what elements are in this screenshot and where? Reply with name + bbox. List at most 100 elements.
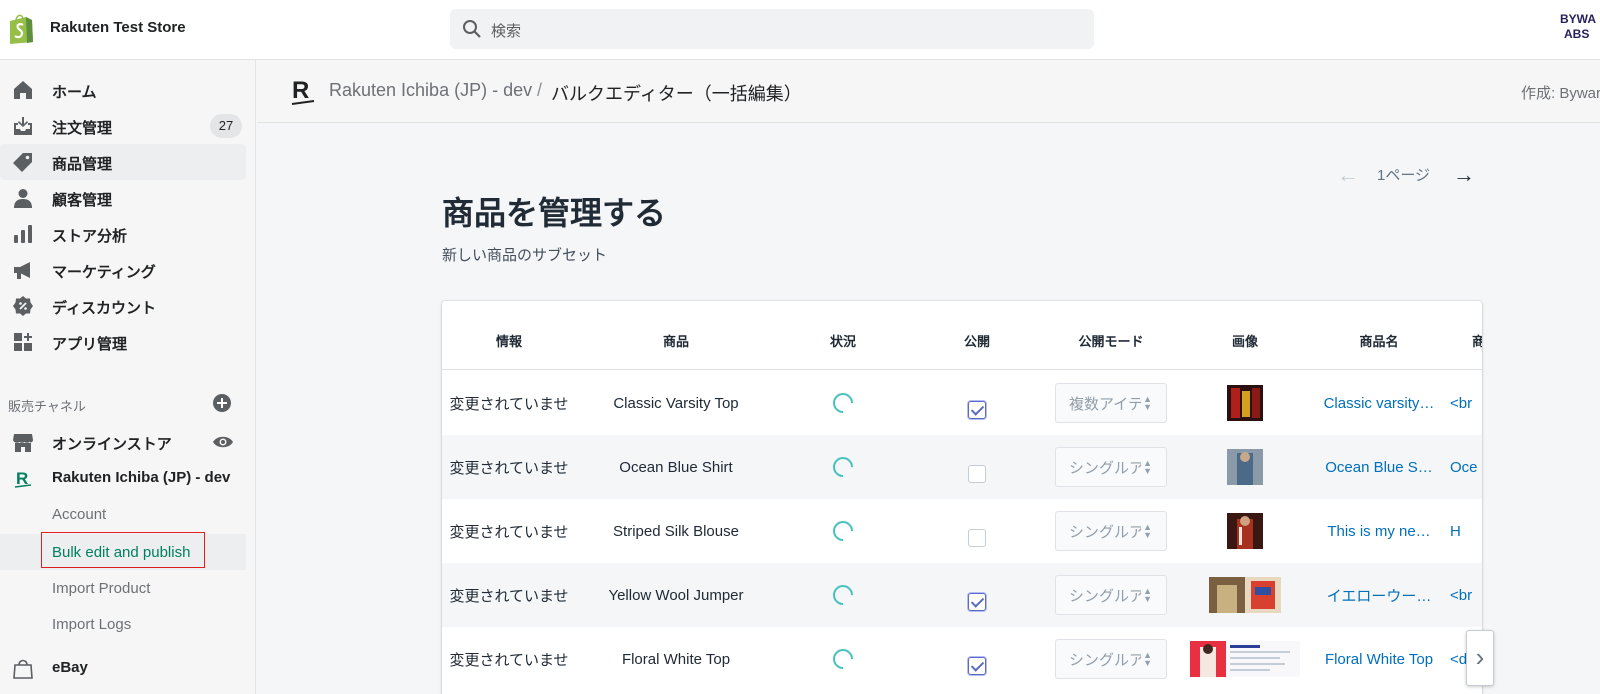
status-cell <box>776 499 910 563</box>
product-name-link[interactable]: Floral White Top <box>1312 627 1446 691</box>
product-name-link[interactable]: This is my ne… <box>1312 499 1446 563</box>
sidebar-item-label: eBay <box>52 659 88 676</box>
publish-mode-select[interactable]: 複数アイテム▲▼ <box>1055 383 1167 423</box>
column-header-publish-mode[interactable]: 公開モード <box>1044 331 1178 350</box>
select-arrows-icon: ▲ ▼ <box>1143 522 1152 540</box>
bar-chart-icon <box>14 225 32 243</box>
sidebar-item-label: アプリ管理 <box>52 336 128 353</box>
loading-spinner-icon <box>828 452 858 482</box>
avatar-line-1: BYWA <box>1560 12 1596 26</box>
product-thumbnail[interactable] <box>1209 577 1281 613</box>
sidebar-item-home[interactable]: ホーム <box>0 72 246 108</box>
page-subtitle: 新しい商品のサブセット <box>442 247 608 264</box>
status-cell <box>776 371 910 435</box>
published-checkbox[interactable] <box>968 529 986 547</box>
sidebar-item-label: Rakuten Ichiba (JP) - dev <box>52 469 231 486</box>
sidebar-item-ebay[interactable]: eBay <box>0 650 246 686</box>
search-input[interactable]: 検索 <box>491 20 521 41</box>
column-header-published[interactable]: 公開 <box>910 331 1044 350</box>
product-cell: Ocean Blue Shirt <box>619 458 733 476</box>
sidebar-subitem-import-product[interactable]: Import Product <box>0 570 246 606</box>
publish-mode-value: シングルアイテム <box>1069 651 1141 669</box>
created-by-label[interactable]: 作成: Byward <box>1521 82 1600 103</box>
eye-icon[interactable] <box>212 432 234 452</box>
prev-page-icon[interactable]: ← <box>1337 162 1359 188</box>
published-checkbox[interactable] <box>968 465 986 483</box>
sidebar-subitem-bulk-edit[interactable]: Bulk edit and publish <box>0 532 246 570</box>
product-thumbnail[interactable] <box>1227 449 1263 485</box>
column-header-status[interactable]: 状況 <box>776 331 910 350</box>
image-cell <box>1178 371 1312 435</box>
publish-mode-select[interactable]: シングルアイテム▲▼ <box>1055 575 1167 615</box>
sidebar-item-products[interactable]: 商品管理 <box>0 144 246 180</box>
description-cell[interactable]: Oce <box>1446 435 1482 499</box>
published-checkbox[interactable] <box>968 401 986 419</box>
person-icon <box>14 189 32 208</box>
search-icon <box>463 20 481 38</box>
next-page-icon[interactable]: → <box>1453 162 1475 188</box>
store-name[interactable]: Rakuten Test Store <box>50 19 186 36</box>
publish-mode-value: シングルアイテム <box>1069 523 1141 541</box>
sidebar-item-rakuten[interactable]: R Rakuten Ichiba (JP) - dev <box>0 460 246 496</box>
column-header-product[interactable]: 商品 <box>576 331 776 350</box>
loading-spinner-icon <box>828 516 858 546</box>
sidebar-item-marketing[interactable]: マーケティング <box>0 252 246 288</box>
sidebar-item-analytics[interactable]: ストア分析 <box>0 216 246 252</box>
description-cell[interactable]: <br <box>1446 371 1482 435</box>
publish-mode-select[interactable]: シングルアイテム▲▼ <box>1055 639 1167 679</box>
status-cell <box>776 627 910 691</box>
published-cell <box>910 563 1044 627</box>
breadcrumb-parent[interactable]: Rakuten Ichiba (JP) - dev <box>329 80 532 101</box>
column-header-info[interactable]: 情報 <box>442 331 576 350</box>
info-cell: 変更されていませ <box>449 651 569 669</box>
sidebar-subitem-label: Bulk edit and publish <box>52 544 191 561</box>
published-checkbox[interactable] <box>968 657 986 675</box>
product-thumbnail[interactable] <box>1190 641 1300 677</box>
product-thumbnail[interactable] <box>1227 385 1263 421</box>
sidebar-item-customers[interactable]: 顧客管理 <box>0 180 246 216</box>
publish-mode-value: 複数アイテム <box>1069 395 1141 413</box>
publish-mode-select[interactable]: シングルアイテム▲▼ <box>1055 447 1167 487</box>
search-bar[interactable]: 検索 <box>450 9 1094 49</box>
product-name-link[interactable]: Ocean Blue S… <box>1312 435 1446 499</box>
image-cell <box>1178 563 1312 627</box>
loading-spinner-icon <box>828 644 858 674</box>
column-header-product-name[interactable]: 商品名 <box>1312 331 1446 350</box>
publish-mode-cell: シングルアイテム▲▼ <box>1044 499 1178 563</box>
sidebar-item-apps[interactable]: アプリ管理 <box>0 324 246 360</box>
column-header-description[interactable]: 商 <box>1472 331 1482 350</box>
product-thumbnail[interactable] <box>1227 513 1263 549</box>
sidebar-item-label: 注文管理 <box>52 120 113 137</box>
sidebar-item-orders[interactable]: 注文管理 27 <box>0 108 246 144</box>
status-cell <box>776 435 910 499</box>
column-header-image[interactable]: 画像 <box>1178 331 1312 350</box>
add-channel-icon[interactable] <box>212 393 232 413</box>
description-cell[interactable]: H <box>1446 499 1482 563</box>
description-cell[interactable]: <br <box>1446 563 1482 627</box>
avatar[interactable]: BYWA ABS <box>1560 12 1600 46</box>
product-name-link[interactable]: Classic varsity… <box>1312 371 1446 435</box>
sidebar: ホーム 注文管理 27 商品管理 顧客管理 ストア分析 マーケティング ディスカ… <box>0 60 256 694</box>
sidebar-item-label: ストア分析 <box>52 228 128 245</box>
select-arrows-icon: ▲ ▼ <box>1143 458 1152 476</box>
product-name-link[interactable]: イエローウー… <box>1312 563 1446 627</box>
publish-mode-select[interactable]: シングルアイテム▲▼ <box>1055 511 1167 551</box>
products-table: 情報 商品 状況 公開 公開モード 画像 商品名 商 変更されていませ Clas… <box>442 301 1482 694</box>
app-header: R Rakuten Ichiba (JP) - dev / バルクエディター（一… <box>257 60 1600 123</box>
sidebar-item-label: オンラインストア <box>52 436 172 453</box>
sidebar-subitem-import-logs[interactable]: Import Logs <box>0 606 246 642</box>
published-checkbox[interactable] <box>968 593 986 611</box>
orders-icon <box>14 117 32 135</box>
sidebar-subitem-account[interactable]: Account <box>0 496 246 532</box>
info-cell: 変更されていませ <box>449 587 569 605</box>
table-row: 変更されていませ Floral White Top シングルアイテム▲▼ Flo… <box>442 627 1482 691</box>
info-cell: 変更されていませ <box>449 459 569 477</box>
shopify-logo-icon[interactable] <box>6 12 36 44</box>
breadcrumb-separator: / <box>537 80 543 100</box>
info-cell: 変更されていませ <box>449 395 569 413</box>
published-cell <box>910 435 1044 499</box>
sidebar-item-online-store[interactable]: オンラインストア <box>0 424 246 460</box>
sidebar-item-discounts[interactable]: ディスカウント <box>0 288 246 324</box>
status-cell <box>776 563 910 627</box>
scroll-right-button[interactable]: › <box>1466 630 1494 686</box>
